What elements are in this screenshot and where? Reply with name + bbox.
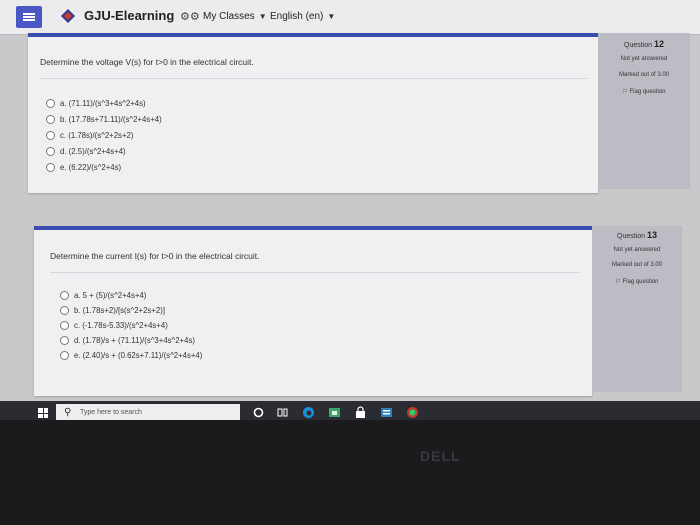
marks-info: Marked out of 3.00 bbox=[618, 72, 670, 78]
flag-icon: ⚐ bbox=[615, 279, 623, 285]
photos-icon[interactable] bbox=[406, 406, 419, 419]
menu-toggle-button[interactable] bbox=[16, 6, 42, 28]
screen: GJU-Elearning ⚙⚙ My Classes ▼ English (en… bbox=[0, 0, 700, 420]
taskbar-search-input[interactable]: ⚲ Type here to search bbox=[56, 404, 240, 420]
radio-button[interactable] bbox=[46, 115, 55, 124]
option-label: e. (6.22)/(s^2+4s) bbox=[60, 163, 122, 172]
question-card-13: Determine the current I(s) for t>0 in th… bbox=[34, 226, 592, 396]
question-info-13: Question 13 Not yet answered Marked out … bbox=[592, 226, 682, 392]
question-text: Determine the voltage V(s) for t>0 in th… bbox=[40, 57, 254, 67]
flag-label: Flag question bbox=[629, 89, 666, 95]
question-card-12: Determine the voltage V(s) for t>0 in th… bbox=[28, 33, 598, 193]
lock-icon[interactable] bbox=[354, 406, 367, 419]
radio-button[interactable] bbox=[46, 163, 55, 172]
question-info-12: Question 12 Not yet answered Marked out … bbox=[598, 33, 690, 189]
store-icon[interactable] bbox=[328, 406, 341, 419]
hamburger-icon bbox=[23, 12, 35, 22]
answer-option[interactable]: a. 5 + (5)/(s^2+4s+4) bbox=[60, 291, 146, 300]
answer-status: Not yet answered bbox=[620, 56, 668, 62]
caret-down-icon: ▼ bbox=[327, 12, 336, 21]
language-label: English (en) bbox=[270, 11, 324, 22]
divider bbox=[40, 78, 588, 79]
flag-icon: ⚐ bbox=[622, 89, 630, 95]
flag-label: Flag question bbox=[622, 279, 659, 285]
radio-button[interactable] bbox=[46, 99, 55, 108]
question-number: Question 13 bbox=[592, 230, 682, 240]
answer-option[interactable]: b. (1.78s+2)/[s(s^2+2s+2)] bbox=[60, 306, 165, 315]
question-number: Question 12 bbox=[598, 39, 690, 49]
option-label: d. (1.78)/s + (71.11)/(s^3+4s^2+4s) bbox=[74, 336, 195, 345]
answer-option[interactable]: d. (1.78)/s + (71.11)/(s^3+4s^2+4s) bbox=[60, 336, 195, 345]
option-label: b. (17.78s+71.11)/(s^2+4s+4) bbox=[60, 115, 162, 124]
language-menu[interactable]: English (en) ▼ bbox=[270, 11, 335, 22]
option-label: d. (2.5)/(s^2+4s+4) bbox=[60, 147, 126, 156]
option-label: a. 5 + (5)/(s^2+4s+4) bbox=[74, 291, 147, 300]
answer-option[interactable]: e. (2.40)/s + (0.62s+7.11)/(s^2+4s+4) bbox=[60, 351, 202, 360]
answer-option[interactable]: e. (6.22)/(s^2+4s) bbox=[46, 163, 121, 172]
radio-button[interactable] bbox=[60, 351, 69, 360]
top-navbar: GJU-Elearning ⚙⚙ My Classes ▼ English (en… bbox=[0, 0, 700, 35]
edge-icon[interactable] bbox=[302, 406, 315, 419]
flag-question-link[interactable]: ⚐ Flag question bbox=[598, 88, 690, 95]
answer-option[interactable]: a. (71.11)/(s^3+4s^2+4s) bbox=[46, 99, 146, 108]
radio-button[interactable] bbox=[60, 321, 69, 330]
option-label: b. (1.78s+2)/[s(s^2+2s+2)] bbox=[74, 306, 165, 315]
answer-option[interactable]: d. (2.5)/(s^2+4s+4) bbox=[46, 147, 126, 156]
windows-taskbar: ⚲ Type here to search bbox=[0, 401, 700, 420]
radio-button[interactable] bbox=[60, 336, 69, 345]
cortana-icon[interactable] bbox=[252, 406, 265, 419]
question-number-label: Question bbox=[624, 42, 653, 49]
question-number-value: 13 bbox=[646, 230, 657, 240]
option-label: c. (1.78s)/(s^2+2s+2) bbox=[60, 131, 134, 140]
files-icon[interactable] bbox=[380, 406, 393, 419]
caret-down-icon: ▼ bbox=[258, 12, 267, 21]
question-number-label: Question bbox=[617, 233, 646, 240]
site-brand[interactable]: GJU-Elearning bbox=[84, 8, 174, 23]
radio-button[interactable] bbox=[60, 306, 69, 315]
task-view-icon[interactable] bbox=[276, 406, 289, 419]
answer-option[interactable]: c. (-1.78s-5.33)/(s^2+4s+4) bbox=[60, 321, 168, 330]
search-icon: ⚲ bbox=[64, 407, 72, 418]
search-placeholder: Type here to search bbox=[80, 409, 142, 416]
radio-button[interactable] bbox=[46, 147, 55, 156]
my-classes-label: My Classes bbox=[203, 11, 255, 22]
my-classes-menu[interactable]: My Classes ▼ bbox=[203, 11, 267, 22]
option-label: c. (-1.78s-5.33)/(s^2+4s+4) bbox=[74, 321, 168, 330]
option-label: a. (71.11)/(s^3+4s^2+4s) bbox=[60, 99, 146, 108]
radio-button[interactable] bbox=[46, 131, 55, 140]
question-number-value: 12 bbox=[653, 39, 664, 49]
marks-info: Marked out of 3.00 bbox=[611, 262, 663, 268]
monitor-brand-logo: DELL bbox=[420, 448, 461, 464]
radio-button[interactable] bbox=[60, 291, 69, 300]
option-label: e. (2.40)/s + (0.62s+7.11)/(s^2+4s+4) bbox=[74, 351, 203, 360]
logo-icon bbox=[61, 9, 75, 23]
question-text: Determine the current I(s) for t>0 in th… bbox=[50, 251, 260, 261]
classes-icon: ⚙⚙ bbox=[180, 11, 200, 23]
windows-start-icon[interactable] bbox=[38, 408, 48, 418]
answer-status: Not yet answered bbox=[613, 247, 661, 253]
answer-option[interactable]: b. (17.78s+71.11)/(s^2+4s+4) bbox=[46, 115, 162, 124]
flag-question-link[interactable]: ⚐ Flag question bbox=[592, 278, 682, 285]
divider bbox=[50, 272, 580, 273]
answer-option[interactable]: c. (1.78s)/(s^2+2s+2) bbox=[46, 131, 133, 140]
